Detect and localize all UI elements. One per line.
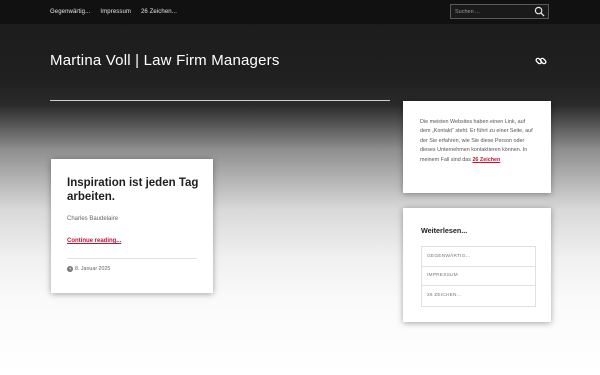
nav-item-26-zeichen[interactable]: 26 Zeichen... [141, 9, 177, 15]
text-widget-link[interactable]: 26 Zeichen [472, 157, 500, 163]
search-icon[interactable] [534, 6, 545, 17]
links-widget-list: GEGENWÄRTIG... IMPRESSUM 26 ZEICHEN... [421, 246, 536, 307]
header-divider [50, 100, 390, 101]
clock-icon [67, 266, 73, 272]
post-title[interactable]: Inspiration ist jeden Tag arbeiten. [67, 176, 202, 204]
post-divider [67, 258, 197, 259]
text-widget: Die meisten Websites haben einen Link, a… [403, 101, 551, 193]
links-widget: Weiterlesen... GEGENWÄRTIG... IMPRESSUM … [403, 208, 551, 322]
list-item[interactable]: 26 ZEICHEN... [422, 286, 535, 306]
top-navigation: Gegenwärtig... Impressum 26 Zeichen... [50, 0, 177, 24]
nav-item-gegenwaertig[interactable]: Gegenwärtig... [50, 9, 90, 15]
text-widget-body: Die meisten Websites haben einen Link, a… [420, 118, 536, 165]
site-title[interactable]: Martina Voll | Law Firm Managers [50, 52, 280, 69]
search-input[interactable] [451, 5, 531, 18]
link-icon[interactable] [535, 55, 547, 67]
top-bar: Gegenwärtig... Impressum 26 Zeichen... [0, 0, 600, 24]
search-box [450, 4, 549, 19]
post-meta: 8. Januar 2025 [67, 266, 110, 272]
post-card: Inspiration ist jeden Tag arbeiten. Char… [51, 159, 213, 293]
list-item[interactable]: GEGENWÄRTIG... [422, 247, 535, 267]
post-date[interactable]: 8. Januar 2025 [75, 266, 110, 272]
continue-reading-link[interactable]: Continue reading... [67, 238, 121, 244]
nav-item-impressum[interactable]: Impressum [100, 9, 131, 15]
post-author: Charles Baudelaire [67, 216, 119, 222]
list-item[interactable]: IMPRESSUM [422, 267, 535, 286]
links-widget-title: Weiterlesen... [421, 226, 468, 235]
